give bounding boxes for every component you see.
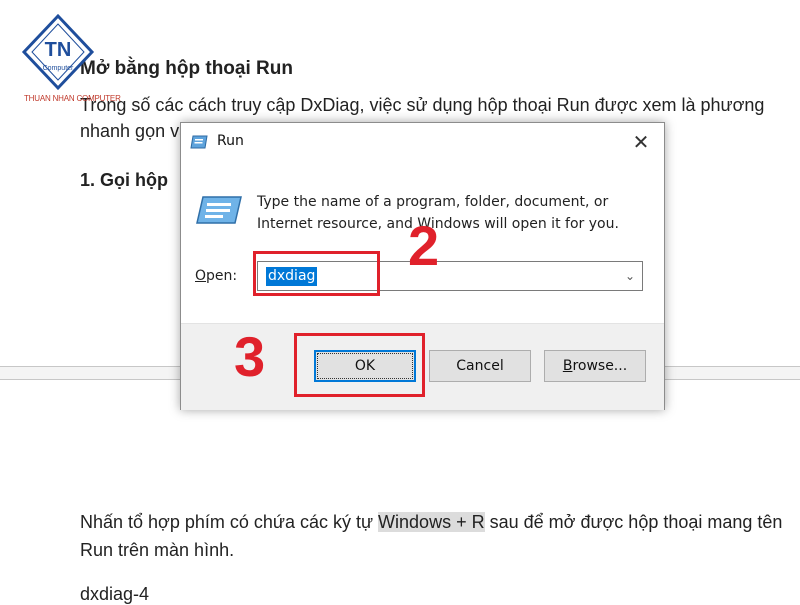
logo-caption: THUAN NHAN COMPUTER bbox=[24, 94, 121, 103]
annotation-step-2: 2 bbox=[408, 214, 440, 277]
description-line-1: Type the name of a program, folder, docu… bbox=[257, 194, 609, 210]
description-line-2: Internet resource, and Windows will open… bbox=[257, 216, 619, 232]
cancel-button[interactable]: Cancel bbox=[429, 350, 531, 382]
run-program-icon bbox=[195, 195, 243, 225]
browse-button[interactable]: Browse... bbox=[544, 350, 646, 382]
document-paragraph-2: Nhấn tổ hợp phím có chứa các ký tự Windo… bbox=[80, 508, 800, 564]
close-icon: ✕ bbox=[632, 130, 650, 154]
document-heading: Mở bằng hộp thoại Run bbox=[80, 58, 293, 79]
chevron-down-icon[interactable]: ⌄ bbox=[622, 268, 638, 284]
paragraph-2-line-1: Nhấn tổ hợp phím có chứa các ký tự Windo… bbox=[80, 508, 800, 536]
annotation-box-input bbox=[253, 251, 380, 296]
dialog-titlebar[interactable]: Run ✕ bbox=[181, 123, 664, 161]
paragraph-line-1: Trong số các cách truy cập DxDiag, việc … bbox=[80, 95, 765, 115]
logo-diamond-icon: TN Computer bbox=[21, 13, 95, 91]
run-app-icon bbox=[190, 134, 208, 150]
dialog-title: Run bbox=[217, 133, 244, 149]
open-label-accesskey: O bbox=[195, 268, 207, 284]
close-button[interactable]: ✕ bbox=[626, 129, 656, 155]
highlighted-shortcut: Windows + R bbox=[378, 512, 485, 532]
open-label-rest: pen: bbox=[206, 268, 238, 284]
annotation-box-ok bbox=[294, 333, 425, 397]
brand-logo: TN Computer bbox=[18, 10, 98, 105]
paragraph-2-line-2: Run trên màn hình. bbox=[80, 540, 235, 560]
text-after-highlight: sau để mở được hộp thoại mang tên bbox=[484, 512, 783, 532]
svg-text:TN: TN bbox=[45, 39, 72, 61]
image-caption: dxdiag-4 bbox=[80, 584, 150, 604]
open-label: Open: bbox=[195, 268, 237, 284]
dialog-description: Type the name of a program, folder, docu… bbox=[257, 191, 647, 235]
text-before-highlight: Nhấn tổ hợp phím có chứa các ký tự bbox=[80, 512, 379, 532]
browse-label-rest: rowse... bbox=[572, 358, 628, 374]
svg-text:Computer: Computer bbox=[43, 65, 74, 72]
step-heading: 1. Gọi hộp bbox=[80, 170, 168, 190]
browse-accesskey: B bbox=[562, 358, 573, 374]
annotation-step-3: 3 bbox=[234, 325, 266, 388]
